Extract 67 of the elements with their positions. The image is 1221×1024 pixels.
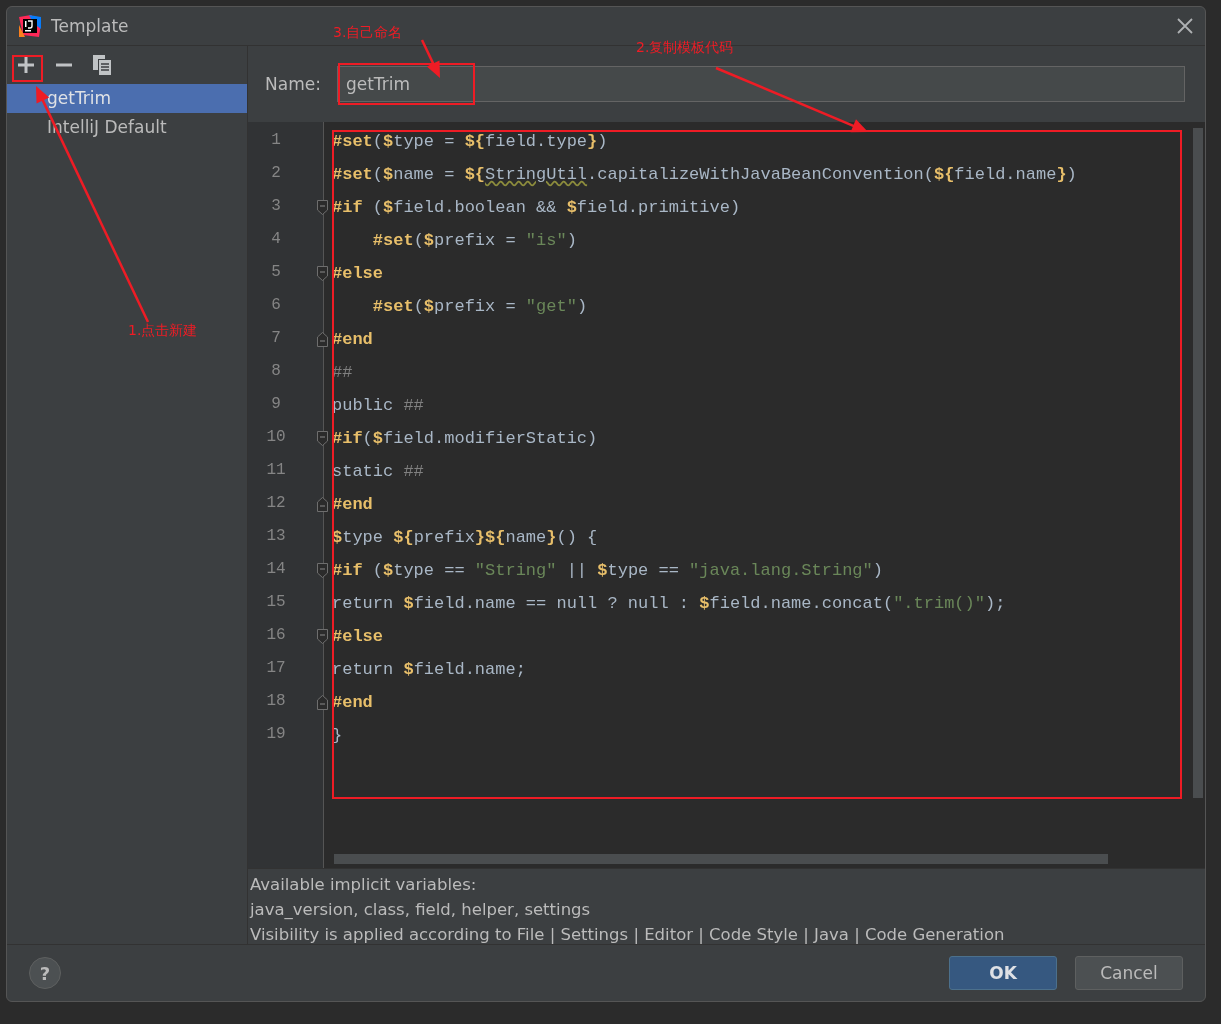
code-line: #if ($field.boolean && $field.primitive) [332, 198, 741, 217]
line-number: 2 [270, 164, 282, 182]
line-number: 12 [265, 494, 287, 512]
help-button[interactable]: ? [29, 957, 61, 989]
fold-marker-icon[interactable] [317, 266, 328, 281]
fold-marker-icon[interactable] [317, 431, 328, 446]
code-line: public ## [332, 396, 424, 415]
close-icon[interactable] [1177, 18, 1193, 34]
vertical-scrollbar[interactable] [1193, 128, 1203, 798]
fold-marker-icon[interactable] [317, 332, 328, 347]
fold-marker-icon[interactable] [317, 563, 328, 578]
code-editor[interactable] [248, 122, 1205, 868]
line-number: 6 [270, 296, 282, 314]
code-line: #set($name = ${StringUtil.capitalizeWithJavaBeanConvention(${field.name}) [332, 165, 1077, 184]
code-line: #if($field.modifierStatic) [332, 429, 598, 448]
add-icon[interactable] [17, 56, 35, 74]
line-number: 3 [270, 197, 282, 215]
highlight-frame [12, 55, 43, 82]
annotation-label: 3.自己命名 [333, 24, 403, 42]
code-line: static ## [332, 462, 424, 481]
line-number: 7 [270, 329, 282, 347]
line-number: 4 [270, 230, 282, 248]
horizontal-scrollbar[interactable] [334, 854, 1108, 864]
code-line: #end [332, 693, 373, 712]
code-line: #else [332, 627, 383, 646]
app-logo-icon [19, 15, 41, 37]
annotation-label: 2.复制模板代码 [636, 39, 734, 57]
code-line: #end [332, 495, 373, 514]
annotation-label: 1.点击新建 [128, 322, 198, 340]
cancel-button[interactable]: Cancel [1075, 956, 1183, 990]
annotation-arrow [420, 39, 440, 78]
window-title: Template [51, 16, 129, 36]
line-number: 14 [265, 560, 287, 578]
line-number: 16 [265, 626, 287, 644]
code-line: #if ($type == "String" || $type == "java.lang.String") [332, 561, 883, 580]
fold-marker-icon[interactable] [317, 695, 328, 710]
line-number: 5 [270, 263, 282, 281]
line-number: 17 [265, 659, 287, 677]
line-number: 1 [270, 131, 282, 149]
fold-marker-icon[interactable] [317, 629, 328, 644]
code-line: #set($prefix = "get") [371, 297, 588, 316]
code-line: #set($prefix = "is") [371, 231, 577, 250]
code-line: #end [332, 330, 373, 349]
line-number: 9 [270, 395, 282, 413]
line-number: 8 [270, 362, 282, 380]
code-line: #else [332, 264, 383, 283]
template-list-item[interactable]: getTrim [7, 84, 247, 113]
ok-button[interactable]: OK [949, 956, 1057, 990]
line-number: 19 [265, 725, 287, 743]
info-text: Available implicit variables: [250, 874, 478, 896]
info-text: java_version, class, field, helper, settings [250, 899, 592, 921]
line-number: 13 [265, 527, 287, 545]
code-line: ## [332, 363, 353, 382]
remove-icon[interactable] [55, 63, 73, 67]
line-number: 10 [265, 428, 287, 446]
fold-marker-icon[interactable] [317, 497, 328, 512]
line-number: 18 [265, 692, 287, 710]
fold-marker-icon[interactable] [317, 200, 328, 215]
line-number: 15 [265, 593, 287, 611]
code-line: return $field.name; [332, 660, 526, 679]
name-label: Name: [265, 74, 321, 94]
copy-icon[interactable] [93, 55, 111, 75]
name-field[interactable]: getTrim [336, 66, 1185, 102]
line-number: 11 [265, 461, 287, 479]
info-text: Visibility is applied according to File | Settings | Editor | Code Style | Java | Code Generation [250, 924, 1006, 946]
code-line: return $field.name == null ? null : $field.name.concat(".trim()"); [332, 594, 1006, 613]
code-line: #set($type = ${field.type}) [332, 132, 608, 151]
